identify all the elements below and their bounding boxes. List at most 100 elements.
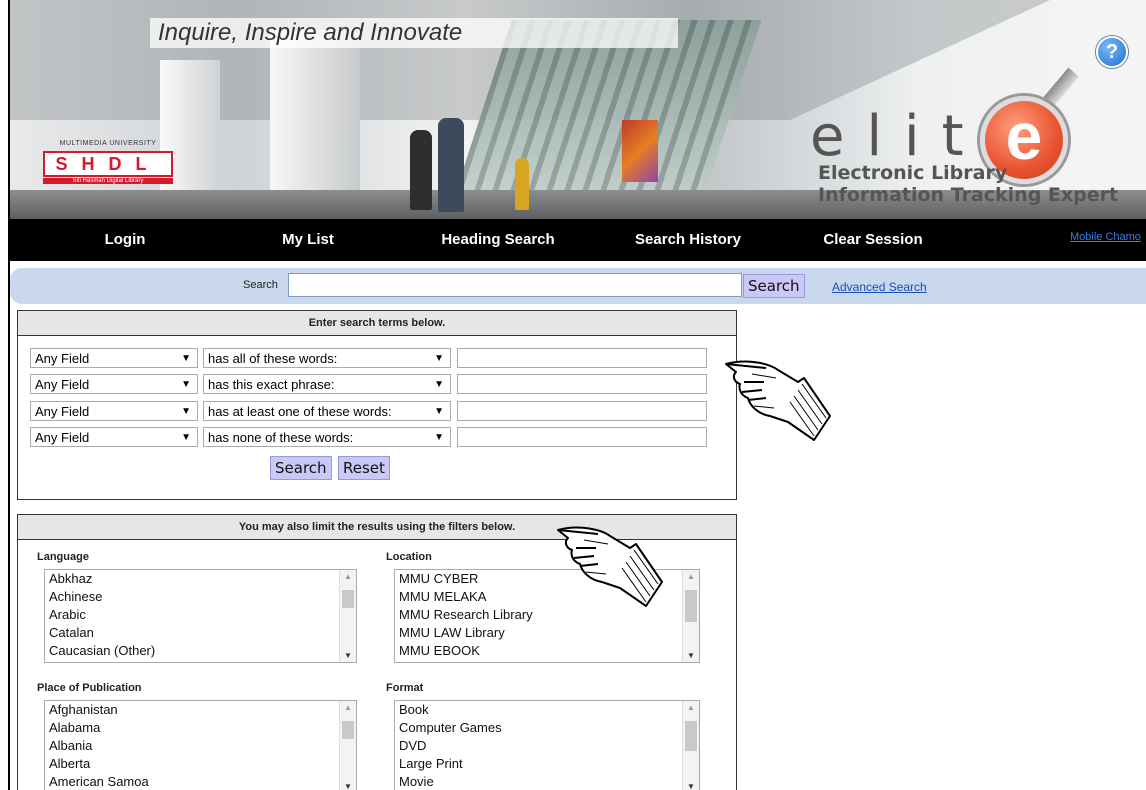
field-select-value: Any Field (35, 430, 90, 445)
list-option[interactable]: DVD (395, 737, 699, 755)
mobile-link[interactable]: Mobile Chamo (1070, 231, 1141, 243)
banner-poster (622, 120, 658, 182)
operator-select[interactable]: has all of these words: ▼ (203, 348, 451, 368)
main-nav: Login My List Heading Search Search Hist… (10, 219, 1146, 261)
pointing-hand-icon (725, 360, 831, 441)
list-option[interactable]: Alberta (45, 755, 356, 773)
scroll-up-icon[interactable]: ▲ (687, 703, 695, 712)
advanced-search-button[interactable]: Search (270, 456, 332, 480)
scroll-up-icon[interactable]: ▲ (344, 572, 352, 581)
list-option[interactable]: American Samoa (45, 773, 356, 790)
logo-shdl-text: SHDL (43, 151, 173, 177)
brand-tagline: Electronic Library Information Tracking … (818, 162, 1118, 206)
shdl-logo[interactable]: MULTIMEDIA UNIVERSITY SHDL Siti Hasmah D… (38, 140, 178, 188)
field-select[interactable]: Any Field ▼ (30, 427, 198, 447)
list-option[interactable]: Arabic (45, 606, 356, 624)
scroll-thumb[interactable] (342, 590, 354, 608)
chevron-down-icon: ▼ (181, 379, 191, 390)
list-option[interactable]: Computer Games (395, 719, 699, 737)
chevron-down-icon: ▼ (181, 406, 191, 417)
scroll-up-icon[interactable]: ▲ (687, 572, 695, 581)
operator-select-value: has this exact phrase: (208, 377, 335, 392)
scroll-thumb[interactable] (342, 721, 354, 739)
reset-button[interactable]: Reset (338, 456, 390, 480)
scroll-up-icon[interactable]: ▲ (344, 703, 352, 712)
list-option[interactable]: Book (395, 701, 699, 719)
format-label: Format (386, 682, 424, 694)
place-of-publication-label: Place of Publication (37, 682, 142, 694)
list-option[interactable]: Abkhaz (45, 570, 356, 588)
search-row: Any Field ▼ has this exact phrase: ▼ (30, 374, 720, 394)
scroll-down-icon[interactable]: ▼ (344, 651, 352, 660)
search-row: Any Field ▼ has all of these words: ▼ (30, 348, 720, 368)
list-option[interactable]: Alabama (45, 719, 356, 737)
search-button[interactable]: Search (743, 274, 805, 298)
nav-login[interactable]: Login (50, 219, 200, 261)
page-frame: Inquire, Inspire and Innovate MULTIMEDIA… (8, 0, 1146, 790)
operator-select[interactable]: has this exact phrase: ▼ (203, 374, 451, 394)
field-select-value: Any Field (35, 404, 90, 419)
field-select-value: Any Field (35, 351, 90, 366)
scroll-thumb[interactable] (685, 590, 697, 622)
banner-person (438, 118, 464, 212)
field-select[interactable]: Any Field ▼ (30, 348, 198, 368)
term-input[interactable] (457, 348, 707, 368)
operator-select[interactable]: has at least one of these words: ▼ (203, 401, 451, 421)
banner-person (515, 158, 529, 210)
search-row: Any Field ▼ has at least one of these wor… (30, 401, 720, 421)
list-option[interactable]: Achinese (45, 588, 356, 606)
list-option[interactable]: Movie (395, 773, 699, 790)
format-listbox[interactable]: Book Computer Games DVD Large Print Movi… (394, 700, 700, 790)
term-input[interactable] (457, 374, 707, 394)
nav-heading-search[interactable]: Heading Search (423, 219, 573, 261)
scrollbar[interactable]: ▲ ▼ (682, 701, 699, 790)
field-select[interactable]: Any Field ▼ (30, 401, 198, 421)
language-label: Language (37, 551, 89, 563)
term-input[interactable] (457, 427, 707, 447)
operator-select-value: has all of these words: (208, 351, 338, 366)
nav-search-history[interactable]: Search History (613, 219, 763, 261)
chevron-down-icon: ▼ (434, 432, 444, 443)
search-terms-heading: Enter search terms below. (18, 311, 736, 336)
list-option[interactable]: Afghanistan (45, 701, 356, 719)
pointing-hand-icon (557, 526, 663, 607)
chevron-down-icon: ▼ (434, 353, 444, 364)
operator-select[interactable]: has none of these words: ▼ (203, 427, 451, 447)
scrollbar[interactable]: ▲ ▼ (339, 701, 356, 790)
logo-university-name: MULTIMEDIA UNIVERSITY (59, 140, 157, 147)
field-select[interactable]: Any Field ▼ (30, 374, 198, 394)
search-terms-panel: Enter search terms below. Any Field ▼ has… (17, 310, 737, 500)
list-option[interactable]: MMU LAW Library (395, 624, 699, 642)
list-option[interactable]: Catalan (45, 624, 356, 642)
scrollbar[interactable]: ▲ ▼ (682, 570, 699, 662)
search-row: Any Field ▼ has none of these words: ▼ (30, 427, 720, 447)
logo-subtitle: Siti Hasmah Digital Library (43, 178, 173, 184)
list-option[interactable]: Caucasian (Other) (45, 642, 356, 660)
language-listbox[interactable]: Abkhaz Achinese Arabic Catalan Caucasian… (44, 569, 357, 663)
header-banner: Inquire, Inspire and Innovate MULTIMEDIA… (10, 0, 1146, 219)
help-icon[interactable]: ? (1096, 36, 1128, 68)
chevron-down-icon: ▼ (434, 379, 444, 390)
scrollbar[interactable]: ▲ ▼ (339, 570, 356, 662)
term-input[interactable] (457, 401, 707, 421)
brand-line-1: Electronic Library (818, 162, 1008, 184)
scroll-down-icon[interactable]: ▼ (687, 651, 695, 660)
chevron-down-icon: ▼ (181, 353, 191, 364)
search-input[interactable] (288, 273, 742, 297)
operator-select-value: has at least one of these words: (208, 404, 392, 419)
scroll-down-icon[interactable]: ▼ (344, 782, 352, 790)
chevron-down-icon: ▼ (434, 406, 444, 417)
banner-person (410, 130, 432, 210)
scroll-down-icon[interactable]: ▼ (687, 782, 695, 790)
scroll-thumb[interactable] (685, 721, 697, 751)
list-option[interactable]: MMU EBOOK (395, 642, 699, 660)
location-label: Location (386, 551, 432, 563)
quick-search-bar: Search Search Advanced Search (10, 268, 1146, 304)
list-option[interactable]: Large Print (395, 755, 699, 773)
advanced-search-link[interactable]: Advanced Search (832, 280, 927, 294)
nav-clear-session[interactable]: Clear Session (798, 219, 948, 261)
nav-my-list[interactable]: My List (233, 219, 383, 261)
list-option[interactable]: Albania (45, 737, 356, 755)
place-of-publication-listbox[interactable]: Afghanistan Alabama Albania Alberta Amer… (44, 700, 357, 790)
field-select-value: Any Field (35, 377, 90, 392)
